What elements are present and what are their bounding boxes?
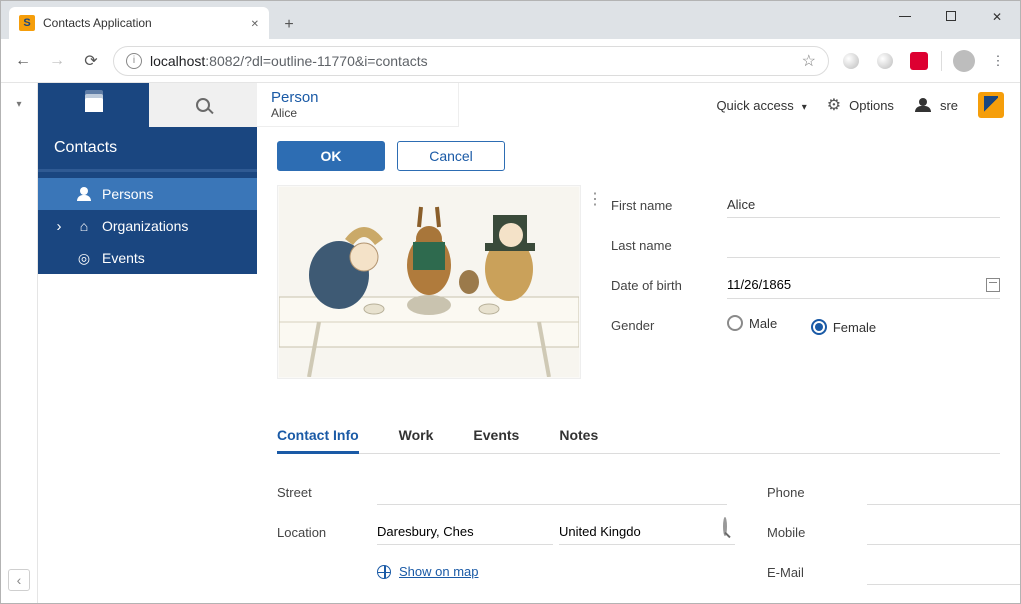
bookmark-star-icon[interactable]: [802, 51, 816, 71]
location-search-icon[interactable]: [723, 519, 727, 545]
person-image: [277, 185, 581, 379]
new-tab-button[interactable]: +: [275, 11, 303, 39]
show-on-map-link[interactable]: Show on map: [377, 564, 479, 579]
window-minimize-button[interactable]: [882, 1, 928, 31]
tab-events[interactable]: Events: [473, 419, 519, 453]
sidebar-item-organizations[interactable]: Organizations: [38, 210, 257, 242]
address-bar[interactable]: i localhost:8082/?dl=outline-11770&i=con…: [113, 46, 829, 76]
search-icon: [196, 98, 210, 112]
window-maximize-button[interactable]: [928, 1, 974, 31]
location-label: Location: [277, 525, 377, 540]
email-input[interactable]: [867, 559, 1020, 585]
sidebar-item-label: Events: [102, 250, 145, 266]
mini-sidebar: [1, 83, 38, 603]
user-icon: [914, 98, 932, 112]
quick-access-label: Quick access: [716, 98, 793, 113]
user-label: sre: [940, 98, 958, 113]
contacts-icon: [85, 98, 103, 112]
options-label: Options: [849, 98, 894, 113]
sidebar-item-persons[interactable]: Persons: [38, 178, 257, 210]
phone-label: Phone: [767, 485, 867, 500]
extension-2-icon[interactable]: [873, 49, 897, 73]
gender-female-radio[interactable]: Female: [811, 319, 876, 335]
mobile-input[interactable]: [867, 519, 1020, 545]
tab-contact-info[interactable]: Contact Info: [277, 419, 359, 454]
nav-tab-search[interactable]: [149, 83, 257, 127]
radio-on-icon: [811, 319, 827, 335]
browser-menu-icon[interactable]: [986, 49, 1010, 73]
map-link-label: Show on map: [399, 564, 479, 579]
content-header: Person Alice Quick access Options sre: [257, 83, 1020, 127]
logo-icon: [978, 92, 1004, 118]
radio-off-icon: [727, 315, 743, 331]
sidebar-item-label: Organizations: [102, 218, 188, 234]
window-close-button[interactable]: [974, 1, 1020, 31]
options-button[interactable]: Options: [827, 95, 894, 115]
gender-male-radio[interactable]: Male: [727, 315, 777, 331]
last-name-label: Last name: [611, 238, 711, 253]
location-country-input[interactable]: [559, 519, 735, 545]
back-button[interactable]: [11, 49, 35, 73]
target-icon: [76, 250, 92, 266]
site-info-icon[interactable]: i: [126, 53, 142, 69]
nav-tab-contacts[interactable]: [38, 83, 149, 127]
favicon-icon: [19, 15, 35, 31]
mobile-label: Mobile: [767, 525, 867, 540]
cancel-button[interactable]: Cancel: [397, 141, 505, 171]
user-menu[interactable]: sre: [914, 98, 958, 113]
tab-notes[interactable]: Notes: [559, 419, 598, 453]
browser-toolbar: i localhost:8082/?dl=outline-11770&i=con…: [1, 39, 1020, 83]
mini-expand-icon[interactable]: [16, 95, 21, 110]
tab-work[interactable]: Work: [399, 419, 434, 453]
sidebar-title: Contacts: [38, 127, 257, 171]
globe-icon: [377, 565, 391, 579]
person-icon: [76, 186, 92, 202]
chevron-down-icon: [802, 98, 807, 113]
location-city-input[interactable]: [377, 519, 553, 545]
gear-icon: [827, 95, 841, 115]
forward-button[interactable]: [45, 49, 69, 73]
sidebar: Contacts Persons Organizations Events: [38, 127, 257, 274]
entity-header: Person Alice: [257, 83, 459, 127]
home-icon: [76, 218, 92, 234]
first-name-input[interactable]: [727, 192, 1000, 218]
app-logo[interactable]: [978, 92, 1004, 118]
url-text: localhost:8082/?dl=outline-11770&i=conta…: [150, 53, 428, 69]
street-label: Street: [277, 485, 377, 500]
sidebar-item-events[interactable]: Events: [38, 242, 257, 274]
extension-1-icon[interactable]: [839, 49, 863, 73]
gender-female-label: Female: [833, 320, 876, 335]
last-name-input[interactable]: [727, 232, 1000, 258]
entity-name: Alice: [271, 106, 444, 120]
extension-angular-icon[interactable]: [907, 49, 931, 73]
close-tab-icon[interactable]: [251, 16, 259, 30]
detail-tabs: Contact Info Work Events Notes: [277, 419, 1000, 454]
gender-label: Gender: [611, 318, 711, 333]
calendar-icon[interactable]: [986, 278, 1000, 292]
collapse-sidebar-button[interactable]: [8, 569, 30, 591]
reload-button[interactable]: [79, 49, 103, 73]
profile-avatar-icon[interactable]: [952, 49, 976, 73]
street-input[interactable]: [377, 479, 727, 505]
dob-label: Date of birth: [611, 278, 711, 293]
browser-tab-bar: Contacts Application +: [1, 1, 1020, 39]
dob-input[interactable]: [727, 272, 978, 298]
ok-button[interactable]: OK: [277, 141, 385, 171]
chevron-right-icon[interactable]: [52, 218, 66, 235]
first-name-label: First name: [611, 198, 711, 213]
sidebar-item-label: Persons: [102, 186, 153, 202]
quick-access-menu[interactable]: Quick access: [716, 98, 806, 113]
entity-type: Person: [271, 89, 444, 106]
gender-male-label: Male: [749, 316, 777, 331]
image-menu-icon[interactable]: [587, 189, 603, 209]
browser-tab[interactable]: Contacts Application: [9, 7, 269, 39]
tab-title: Contacts Application: [43, 16, 243, 30]
phone-input[interactable]: [867, 479, 1020, 505]
email-label: E-Mail: [767, 565, 867, 580]
